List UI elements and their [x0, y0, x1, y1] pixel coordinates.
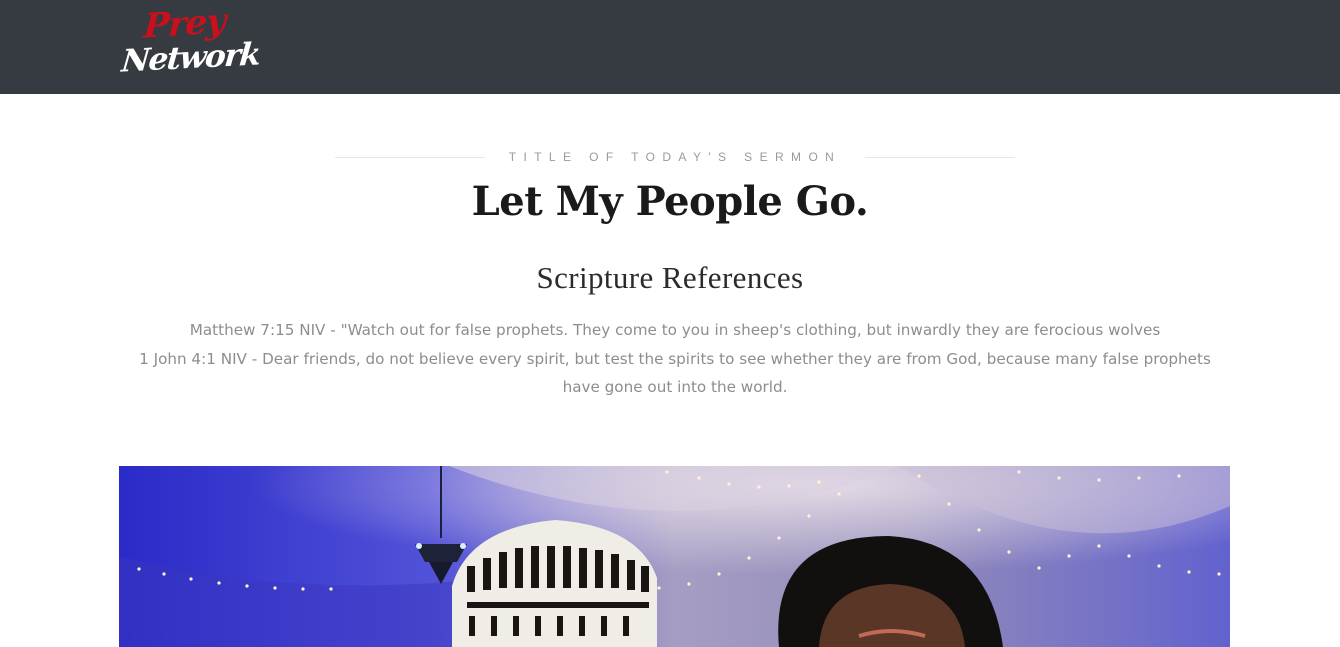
site-logo[interactable]: Prey Network [120, 1, 261, 84]
sermon-eyebrow: TITLE OF TODAY'S SERMON [335, 148, 1015, 168]
divider-right [865, 157, 1015, 158]
logo-text-network: Network [120, 36, 262, 80]
sermon-photo-image [119, 466, 1230, 647]
sermon-photo [119, 466, 1230, 647]
scripture-reference-1: Matthew 7:15 NIV - "Watch out for false … [189, 321, 1161, 339]
scripture-references: Matthew 7:15 NIV - "Watch out for false … [125, 316, 1225, 402]
site-header: Prey Network [0, 0, 1340, 94]
scripture-reference-2: 1 John 4:1 NIV - Dear friends, do not be… [139, 349, 1211, 397]
scripture-references-heading: Scripture References [536, 260, 804, 295]
sermon-title: Let My People Go. [471, 178, 869, 225]
